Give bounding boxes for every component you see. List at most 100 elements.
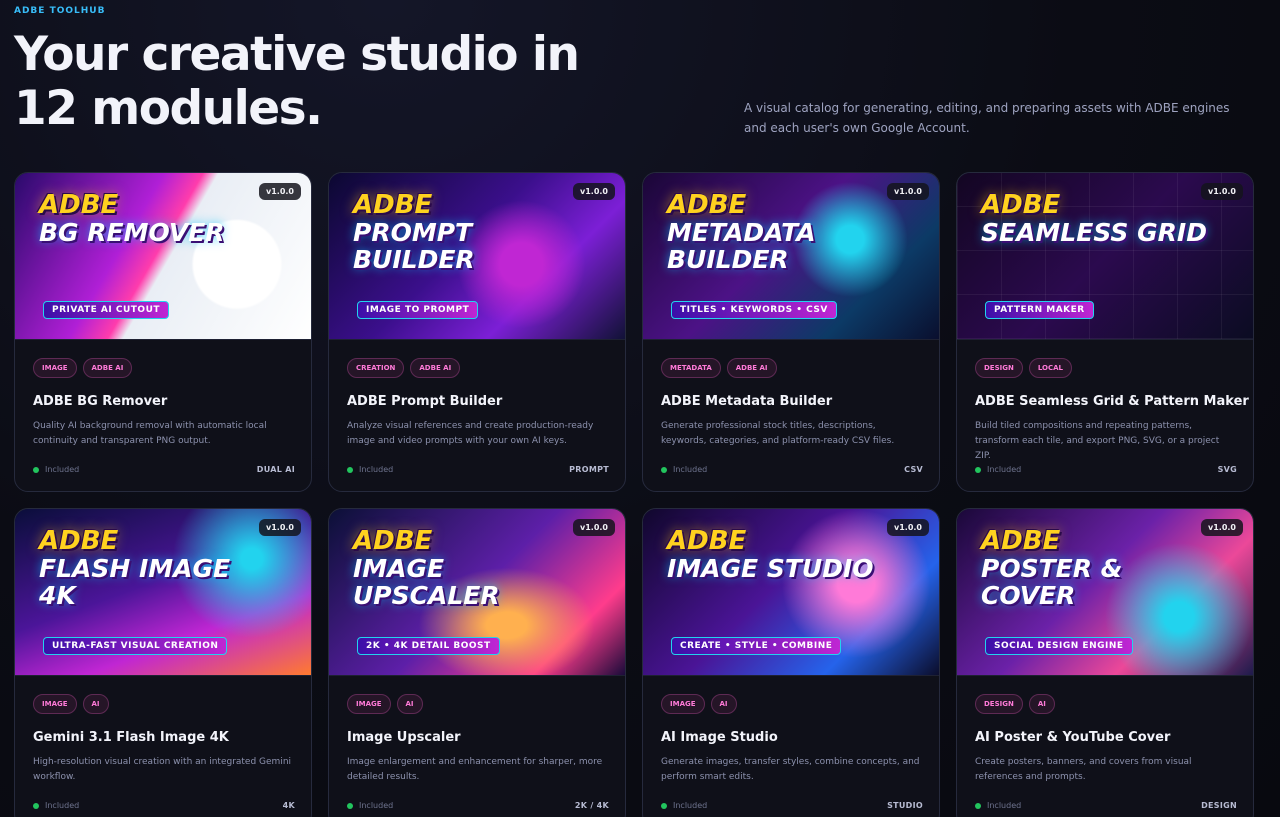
card-footer: Included DUAL AI [33,465,295,474]
module-thumbnail: ADBE Seamless Grid PATTERN MAKER v1.0.0 [957,173,1253,340]
status-dot-icon [975,466,981,473]
module-title: ADBE Metadata Builder [661,394,833,409]
module-card[interactable]: ADBE BG Remover PRIVATE AI CUTOUT v1.0.0… [14,172,312,492]
status-indicator: Included [661,801,707,810]
module-description: Generate professional stock titles, desc… [661,421,895,446]
version-badge: v1.0.0 [259,519,301,536]
card-footer: Included 4K [33,801,295,810]
module-card[interactable]: ADBE Seamless Grid PATTERN MAKER v1.0.0 … [956,172,1254,492]
module-description: High-resolution visual creation with an … [33,757,292,782]
status-text: Included [45,465,80,474]
thumbnail-product-name: Seamless Grid [981,218,1207,247]
module-thumbnail: ADBE Prompt Builder IMAGE TO PROMPT v1.0… [329,173,625,340]
thumbnail-brand: ADBE [353,190,433,220]
module-title: AI Poster & YouTube Cover [975,730,1171,745]
status-indicator: Included [33,465,79,474]
status-dot-icon [347,802,353,809]
status-indicator: Included [975,465,1021,474]
module-thumbnail: ADBE BG Remover PRIVATE AI CUTOUT v1.0.0 [15,173,311,340]
thumbnail-brand: ADBE [667,526,747,556]
status-dot-icon [33,802,39,809]
status-dot-icon [347,466,353,473]
module-card[interactable]: ADBE Image Upscaler 2K • 4K DETAIL BOOST… [328,508,626,817]
status-text: Included [987,465,1022,474]
module-description: Build tiled compositions and repeating p… [975,421,1220,461]
status-text: Included [673,801,708,810]
module-thumbnail: ADBE Image Studio CREATE • STYLE • COMBI… [643,509,939,676]
module-kind-label: 2K / 4K [574,801,609,810]
module-card[interactable]: ADBE Metadata Builder TITLES • KEYWORDS … [642,172,940,492]
thumbnail-brand: ADBE [667,190,747,220]
module-title: ADBE Prompt Builder [347,394,503,409]
module-thumbnail: ADBE Image Upscaler 2K • 4K DETAIL BOOST… [329,509,625,676]
module-description: Image enlargement and enhancement for sh… [347,757,603,782]
module-kind-label: STUDIO [887,801,923,810]
tag-list: IMAGE AI [33,694,109,714]
module-title: ADBE BG Remover [33,394,168,409]
tag-list: METADATA ADBE AI [661,358,777,378]
tag-list: IMAGE ADBE AI [33,358,133,378]
thumbnail-brand: ADBE [981,526,1061,556]
thumbnail-ribbon: CREATE • STYLE • COMBINE [671,637,842,655]
thumbnail-product-name: Image Studio [667,554,874,583]
module-thumbnail: ADBE Poster & Cover SOCIAL DESIGN ENGINE… [957,509,1253,676]
page-description: A visual catalog for generating, editing… [744,101,1230,135]
thumbnail-ribbon: 2K • 4K DETAIL BOOST [357,637,500,655]
status-indicator: Included [975,801,1021,810]
status-indicator: Included [661,465,707,474]
status-indicator: Included [33,801,79,810]
module-card[interactable]: ADBE Poster & Cover SOCIAL DESIGN ENGINE… [956,508,1254,817]
module-card[interactable]: ADBE Image Studio CREATE • STYLE • COMBI… [642,508,940,817]
status-text: Included [359,801,394,810]
module-description: Create posters, banners, and covers from… [975,757,1192,782]
module-grid: ADBE BG Remover PRIVATE AI CUTOUT v1.0.0… [14,172,1254,817]
thumbnail-brand: ADBE [353,526,433,556]
thumbnail-product-name: Flash Image 4K [39,554,231,610]
tag-chip: DESIGN [975,694,1023,714]
thumbnail-ribbon: IMAGE TO PROMPT [357,301,479,319]
status-indicator: Included [347,465,393,474]
card-footer: Included PROMPT [347,465,609,474]
eyebrow-label: ADBE TOOLHUB [14,6,106,16]
module-kind-label: PROMPT [569,465,609,474]
status-dot-icon [975,802,981,809]
tag-chip: IMAGE [33,694,77,714]
module-kind-label: 4K [282,801,295,810]
thumbnail-product-name: BG Remover [39,218,225,247]
tag-list: DESIGN LOCAL [975,358,1073,378]
version-badge: v1.0.0 [887,519,929,536]
tag-chip: IMAGE [347,694,391,714]
thumbnail-brand: ADBE [39,190,119,220]
thumbnail-ribbon: SOCIAL DESIGN ENGINE [985,637,1133,655]
module-title: Image Upscaler [347,730,461,745]
card-footer: Included 2K / 4K [347,801,609,810]
module-description: Analyze visual references and create pro… [347,421,594,446]
tag-list: CREATION ADBE AI [347,358,461,378]
version-badge: v1.0.0 [259,183,301,200]
tag-chip: ADBE AI [726,358,777,378]
status-text: Included [987,801,1022,810]
thumbnail-brand: ADBE [39,526,119,556]
thumbnail-product-name: Prompt Builder [353,218,475,274]
thumbnail-ribbon: ULTRA-FAST VISUAL CREATION [43,637,228,655]
card-footer: Included STUDIO [661,801,923,810]
module-kind-label: DUAL AI [256,465,295,474]
module-kind-label: SVG [1217,465,1237,474]
module-title: ADBE Seamless Grid & Pattern Maker [975,394,1249,409]
version-badge: v1.0.0 [887,183,929,200]
tag-chip: AI [710,694,737,714]
thumbnail-product-name: Metadata Builder [667,218,816,274]
module-card[interactable]: ADBE Flash Image 4K ULTRA-FAST VISUAL CR… [14,508,312,817]
status-text: Included [359,465,394,474]
tag-list: DESIGN AI [975,694,1055,714]
status-dot-icon [661,802,667,809]
module-card[interactable]: ADBE Prompt Builder IMAGE TO PROMPT v1.0… [328,172,626,492]
tag-chip: ADBE AI [82,358,133,378]
thumbnail-ribbon: PRIVATE AI CUTOUT [43,301,170,319]
tag-chip: IMAGE [661,694,705,714]
version-badge: v1.0.0 [573,183,615,200]
thumbnail-product-name: Poster & Cover [981,554,1123,610]
module-title: Gemini 3.1 Flash Image 4K [33,730,229,745]
version-badge: v1.0.0 [573,519,615,536]
status-dot-icon [33,466,39,473]
